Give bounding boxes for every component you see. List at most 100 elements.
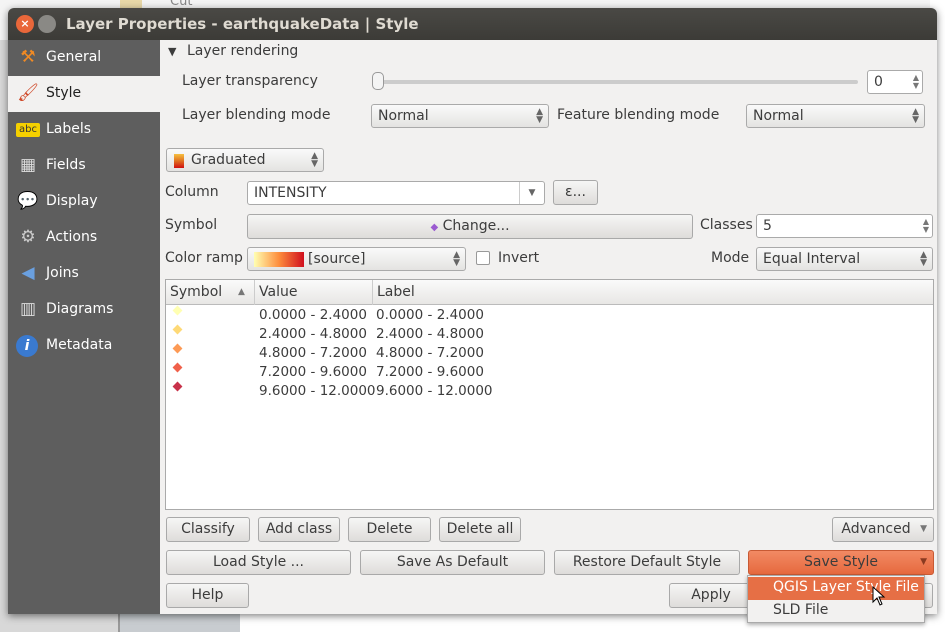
apply-button[interactable]: Apply bbox=[669, 583, 753, 608]
row-label: 0.0000 - 2.4000 bbox=[376, 307, 484, 323]
symbol-diamond-icon bbox=[172, 343, 183, 354]
column-header-label[interactable]: Label bbox=[377, 284, 415, 300]
table-row[interactable]: 2.4000 - 4.8000 2.4000 - 4.8000 bbox=[166, 324, 933, 344]
restore-default-style-button[interactable]: Restore Default Style bbox=[554, 550, 740, 575]
menu-item-sld-file[interactable]: SLD File bbox=[748, 600, 924, 623]
spinbox-value: 0 bbox=[874, 74, 883, 90]
layer-blend-combo[interactable]: Normal ▲ ▼ bbox=[371, 104, 549, 128]
slider-handle[interactable] bbox=[372, 72, 384, 90]
sidebar-item-display[interactable]: 💬 Display bbox=[8, 184, 160, 220]
transparency-slider[interactable] bbox=[372, 80, 858, 84]
delete-button[interactable]: Delete bbox=[348, 517, 431, 542]
column-combo[interactable]: INTENSITY ▼ bbox=[247, 181, 545, 205]
sidebar-item-label: Fields bbox=[46, 157, 86, 173]
invert-checkbox[interactable] bbox=[476, 251, 490, 265]
window-title: Layer Properties - earthquakeData | Styl… bbox=[66, 15, 419, 33]
renderer-type-combo[interactable]: Graduated ▲ ▼ bbox=[166, 148, 324, 172]
help-button[interactable]: Help bbox=[166, 583, 249, 608]
diamond-icon: ◆ bbox=[430, 222, 439, 233]
spin-arrows-icon[interactable]: ▲ ▼ bbox=[913, 74, 919, 90]
dropdown-arrow-icon[interactable]: ▼ bbox=[519, 182, 544, 204]
row-label: 4.8000 - 7.2000 bbox=[376, 345, 484, 361]
table-header: Symbol ▲ Value Label bbox=[166, 280, 933, 305]
gear-icon: ⚙ bbox=[20, 227, 36, 247]
menu-item-qgis-style-file[interactable]: QGIS Layer Style File bbox=[748, 577, 924, 600]
feature-blend-combo[interactable]: Normal ▲ ▼ bbox=[746, 104, 925, 128]
sidebar-item-labels[interactable]: abc Labels bbox=[8, 112, 160, 148]
table-row[interactable]: 7.2000 - 9.6000 7.2000 - 9.6000 bbox=[166, 362, 933, 382]
paste-icon bbox=[120, 0, 142, 8]
feature-blend-label: Feature blending mode bbox=[557, 107, 720, 123]
close-icon: × bbox=[20, 17, 30, 30]
column-header-symbol[interactable]: Symbol bbox=[170, 284, 222, 300]
invert-label: Invert bbox=[498, 250, 540, 266]
speech-bubble-icon: 💬 bbox=[17, 191, 39, 211]
paintbrush-icon: 🖌 bbox=[17, 83, 39, 103]
column-header-value[interactable]: Value bbox=[259, 284, 297, 300]
sidebar-item-label: Style bbox=[46, 85, 82, 101]
transparency-spinbox[interactable]: 0 ▲ ▼ bbox=[867, 70, 923, 94]
collapse-triangle-icon[interactable]: ▼ bbox=[168, 45, 176, 58]
delete-all-button[interactable]: Delete all bbox=[439, 517, 521, 542]
row-label: 7.2000 - 9.6000 bbox=[376, 364, 484, 380]
close-button[interactable]: × bbox=[16, 15, 34, 33]
sidebar-item-actions[interactable]: ⚙ Actions bbox=[8, 220, 160, 256]
color-ramp-preview bbox=[254, 252, 304, 267]
change-symbol-button[interactable]: ◆ Change... bbox=[247, 214, 693, 239]
sidebar-item-metadata[interactable]: i Metadata bbox=[8, 328, 160, 364]
table-icon: ▦ bbox=[19, 155, 37, 175]
classes-label: Classes bbox=[700, 217, 753, 233]
classes-spinbox[interactable]: 5 ▲ ▼ bbox=[756, 214, 933, 238]
load-style-button[interactable]: Load Style ... bbox=[166, 550, 351, 575]
mode-combo[interactable]: Equal Interval ▲ ▼ bbox=[756, 247, 933, 271]
tools-icon: ⚒ bbox=[20, 47, 36, 67]
title-bar: × Layer Properties - earthquakeData | St… bbox=[8, 8, 937, 40]
sidebar-item-joins[interactable]: ◀ Joins bbox=[8, 256, 160, 292]
sidebar-item-label: Metadata bbox=[46, 337, 113, 353]
color-ramp-combo[interactable]: [source] ▲ ▼ bbox=[247, 247, 466, 271]
sidebar-item-general[interactable]: ⚒ General bbox=[8, 40, 160, 76]
save-as-default-button[interactable]: Save As Default bbox=[360, 550, 545, 575]
advanced-button[interactable]: Advanced ▼ bbox=[832, 517, 934, 542]
column-label: Column bbox=[165, 184, 219, 200]
layer-blend-label: Layer blending mode bbox=[182, 107, 331, 123]
spinbox-value: 5 bbox=[763, 218, 772, 234]
button-label: Save Style bbox=[804, 554, 878, 570]
save-style-menu: QGIS Layer Style File SLD File bbox=[747, 575, 925, 623]
row-value: 2.4000 - 4.8000 bbox=[259, 326, 367, 342]
button-label: Change... bbox=[442, 218, 510, 234]
updown-arrow-icon: ▲ ▼ bbox=[311, 151, 318, 169]
symbol-diamond-icon bbox=[172, 324, 183, 335]
spin-arrows-icon[interactable]: ▲ ▼ bbox=[923, 218, 929, 234]
sidebar-item-style[interactable]: 🖌 Style bbox=[8, 76, 160, 112]
maximize-button[interactable] bbox=[38, 15, 56, 33]
symbol-diamond-icon bbox=[172, 381, 183, 392]
join-icon: ◀ bbox=[21, 263, 35, 283]
mouse-cursor-icon bbox=[872, 586, 886, 606]
expression-button[interactable]: ε... bbox=[553, 180, 598, 205]
combo-value: Graduated bbox=[191, 152, 266, 168]
table-row[interactable]: 9.6000 - 12.0000 9.6000 - 12.0000 bbox=[166, 381, 933, 401]
classes-table[interactable]: Symbol ▲ Value Label 0.0000 - 2.4000 0.00… bbox=[165, 279, 934, 510]
table-row[interactable]: 0.0000 - 2.4000 0.0000 - 2.4000 bbox=[166, 305, 933, 325]
symbol-diamond-icon bbox=[172, 362, 183, 373]
row-label: 9.6000 - 12.0000 bbox=[376, 383, 493, 399]
combo-value: Normal bbox=[753, 108, 804, 124]
sort-ascending-icon: ▲ bbox=[238, 287, 245, 297]
sidebar-item-label: Display bbox=[46, 193, 98, 209]
labels-icon: abc bbox=[16, 123, 40, 137]
table-row[interactable]: 4.8000 - 7.2000 4.8000 - 7.2000 bbox=[166, 343, 933, 363]
row-value: 0.0000 - 2.4000 bbox=[259, 307, 367, 323]
sidebar-item-label: General bbox=[46, 49, 102, 65]
save-style-button[interactable]: Save Style ▼ bbox=[748, 550, 934, 575]
layer-rendering-header[interactable]: Layer rendering bbox=[187, 43, 298, 59]
sidebar-item-fields[interactable]: ▦ Fields bbox=[8, 148, 160, 184]
add-class-button[interactable]: Add class bbox=[258, 517, 340, 542]
sidebar-item-diagrams[interactable]: ▥ Diagrams bbox=[8, 292, 160, 328]
sidebar: ⚒ General 🖌 Style abc Labels ▦ Fields 💬 Displ… bbox=[8, 40, 160, 614]
classify-button[interactable]: Classify bbox=[166, 517, 250, 542]
combo-value: [source] bbox=[308, 251, 366, 267]
updown-arrow-icon: ▲ ▼ bbox=[920, 250, 927, 268]
updown-arrow-icon: ▲ ▼ bbox=[453, 250, 460, 268]
graduated-icon bbox=[174, 154, 184, 168]
